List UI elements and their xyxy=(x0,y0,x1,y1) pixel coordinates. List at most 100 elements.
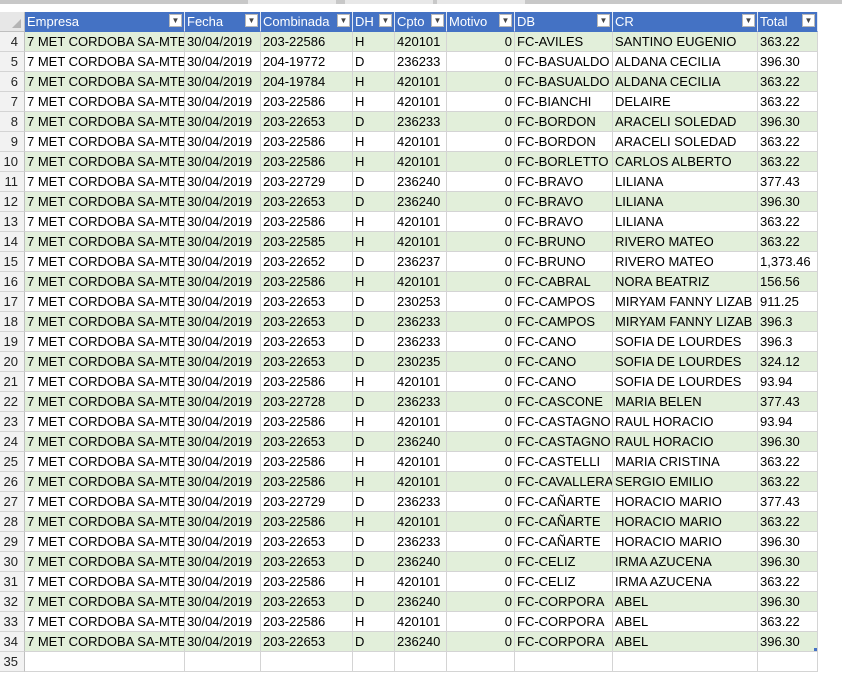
cell-fecha[interactable]: 30/04/2019 xyxy=(185,552,261,572)
column-header-db[interactable]: DB ▼ xyxy=(515,12,613,32)
cell-comb[interactable]: 203-22586 xyxy=(261,152,353,172)
cell-fecha[interactable]: 30/04/2019 xyxy=(185,372,261,392)
cell-fecha[interactable]: 30/04/2019 xyxy=(185,232,261,252)
cell-fecha[interactable]: 30/04/2019 xyxy=(185,452,261,472)
cell-cpto[interactable]: 236240 xyxy=(395,552,447,572)
column-header-fecha[interactable]: Fecha ▼ xyxy=(185,12,261,32)
cell-fecha[interactable]: 30/04/2019 xyxy=(185,112,261,132)
cell-empresa[interactable]: 7 MET CORDOBA SA-MTB xyxy=(25,172,185,192)
cell-cr[interactable]: SANTINO EUGENIO xyxy=(613,32,758,52)
cell-motivo[interactable]: 0 xyxy=(447,212,515,232)
cell-motivo[interactable]: 0 xyxy=(447,92,515,112)
cell-comb[interactable]: 203-22653 xyxy=(261,532,353,552)
cell-empresa[interactable]: 7 MET CORDOBA SA-MTB xyxy=(25,252,185,272)
cell-cr[interactable]: SOFIA DE LOURDES xyxy=(613,332,758,352)
row-number[interactable]: 5 xyxy=(0,52,25,72)
row-number[interactable]: 23 xyxy=(0,412,25,432)
cell-total[interactable]: 363.22 xyxy=(758,512,818,532)
cell-comb[interactable]: 203-22586 xyxy=(261,612,353,632)
cell-cpto[interactable]: 236240 xyxy=(395,432,447,452)
cell-dh[interactable]: D xyxy=(353,592,395,612)
table-row[interactable]: 20 7 MET CORDOBA SA-MTB 30/04/2019 203-2265… xyxy=(0,352,842,372)
cell-motivo[interactable]: 0 xyxy=(447,452,515,472)
empty-cell[interactable] xyxy=(447,652,515,672)
row-number[interactable]: 35 xyxy=(0,652,25,672)
cell-empresa[interactable]: 7 MET CORDOBA SA-MTB xyxy=(25,372,185,392)
cell-fecha[interactable]: 30/04/2019 xyxy=(185,132,261,152)
cell-motivo[interactable]: 0 xyxy=(447,232,515,252)
cell-dh[interactable]: D xyxy=(353,632,395,652)
cell-cpto[interactable]: 420101 xyxy=(395,232,447,252)
row-number[interactable]: 16 xyxy=(0,272,25,292)
row-number[interactable]: 17 xyxy=(0,292,25,312)
cell-cpto[interactable]: 236240 xyxy=(395,592,447,612)
cell-total[interactable]: 363.22 xyxy=(758,72,818,92)
cell-cpto[interactable]: 420101 xyxy=(395,512,447,532)
cell-total[interactable]: 396.30 xyxy=(758,532,818,552)
cell-dh[interactable]: H xyxy=(353,232,395,252)
cell-total[interactable]: 363.22 xyxy=(758,152,818,172)
cell-cr[interactable]: ARACELI SOLEDAD xyxy=(613,132,758,152)
cell-db[interactable]: FC-CORPORA xyxy=(515,592,613,612)
cell-comb[interactable]: 203-22653 xyxy=(261,632,353,652)
cell-dh[interactable]: D xyxy=(353,352,395,372)
table-row[interactable]: 22 7 MET CORDOBA SA-MTB 30/04/2019 203-2272… xyxy=(0,392,842,412)
cell-total[interactable]: 396.30 xyxy=(758,52,818,72)
cell-motivo[interactable]: 0 xyxy=(447,552,515,572)
cell-cr[interactable]: MIRYAM FANNY LIZAB xyxy=(613,312,758,332)
cell-comb[interactable]: 203-22653 xyxy=(261,552,353,572)
cell-cpto[interactable]: 236233 xyxy=(395,312,447,332)
cell-cpto[interactable]: 420101 xyxy=(395,72,447,92)
cell-comb[interactable]: 203-22653 xyxy=(261,192,353,212)
cell-fecha[interactable]: 30/04/2019 xyxy=(185,492,261,512)
cell-cpto[interactable]: 236233 xyxy=(395,112,447,132)
cell-total[interactable]: 363.22 xyxy=(758,132,818,152)
cell-cr[interactable]: ABEL xyxy=(613,612,758,632)
cell-dh[interactable]: D xyxy=(353,52,395,72)
cell-empresa[interactable]: 7 MET CORDOBA SA-MTB xyxy=(25,452,185,472)
column-header-motivo[interactable]: Motivo ▼ xyxy=(447,12,515,32)
cell-cr[interactable]: ABEL xyxy=(613,632,758,652)
cell-comb[interactable]: 203-22586 xyxy=(261,412,353,432)
cell-cpto[interactable]: 236240 xyxy=(395,632,447,652)
cell-dh[interactable]: D xyxy=(353,292,395,312)
cell-comb[interactable]: 204-19784 xyxy=(261,72,353,92)
cell-comb[interactable]: 203-22586 xyxy=(261,372,353,392)
cell-comb[interactable]: 204-19772 xyxy=(261,52,353,72)
cell-db[interactable]: FC-BASUALDO xyxy=(515,72,613,92)
column-header-comb[interactable]: Combinada ▼ xyxy=(261,12,353,32)
row-number[interactable]: 11 xyxy=(0,172,25,192)
row-number[interactable]: 10 xyxy=(0,152,25,172)
cell-motivo[interactable]: 0 xyxy=(447,272,515,292)
empty-cell[interactable] xyxy=(515,652,613,672)
empty-row[interactable]: 35 xyxy=(0,652,842,672)
cell-db[interactable]: FC-CAÑARTE xyxy=(515,532,613,552)
table-row[interactable]: 97 MET CORDOBA SA-MTB 30/04/2019 203-22586… xyxy=(0,132,842,152)
cell-motivo[interactable]: 0 xyxy=(447,352,515,372)
cell-cr[interactable]: ALDANA CECILIA xyxy=(613,52,758,72)
cell-total[interactable]: 396.3 xyxy=(758,312,818,332)
cell-db[interactable]: FC-CANO xyxy=(515,352,613,372)
cell-total[interactable]: 396.30 xyxy=(758,112,818,132)
cell-cr[interactable]: RAUL HORACIO xyxy=(613,412,758,432)
filter-dropdown-icon[interactable]: ▼ xyxy=(431,14,444,27)
cell-fecha[interactable]: 30/04/2019 xyxy=(185,212,261,232)
cell-comb[interactable]: 203-22585 xyxy=(261,232,353,252)
cell-db[interactable]: FC-CAVALLERA xyxy=(515,472,613,492)
cell-total[interactable]: 363.22 xyxy=(758,472,818,492)
cell-db[interactable]: FC-CASCONE xyxy=(515,392,613,412)
table-row[interactable]: 57 MET CORDOBA SA-MTB 30/04/2019 204-19772… xyxy=(0,52,842,72)
filter-dropdown-icon[interactable]: ▼ xyxy=(337,14,350,27)
cell-cr[interactable]: NORA BEATRIZ xyxy=(613,272,758,292)
cell-comb[interactable]: 203-22586 xyxy=(261,572,353,592)
cell-db[interactable]: FC-AVILES xyxy=(515,32,613,52)
cell-dh[interactable]: H xyxy=(353,212,395,232)
cell-fecha[interactable]: 30/04/2019 xyxy=(185,592,261,612)
cell-dh[interactable]: D xyxy=(353,552,395,572)
cell-motivo[interactable]: 0 xyxy=(447,132,515,152)
empty-cell[interactable] xyxy=(395,652,447,672)
cell-db[interactable]: FC-CABRAL xyxy=(515,272,613,292)
cell-motivo[interactable]: 0 xyxy=(447,612,515,632)
cell-fecha[interactable]: 30/04/2019 xyxy=(185,332,261,352)
cell-cr[interactable]: SOFIA DE LOURDES xyxy=(613,352,758,372)
